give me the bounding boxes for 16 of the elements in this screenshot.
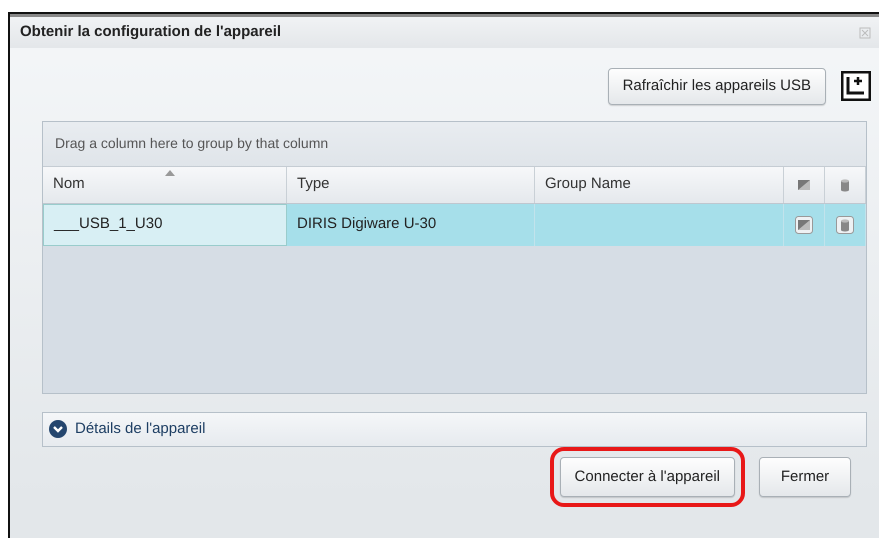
- window-title: Obtenir la configuration de l'appareil: [20, 22, 282, 42]
- group-hint: Drag a column here to group by that column: [55, 134, 328, 153]
- column-header[interactable]: Group Name: [545, 173, 631, 196]
- add-device-icon[interactable]: [841, 71, 871, 102]
- refresh-usb-button[interactable]: Rafraîchir les appareils USB: [608, 68, 826, 104]
- column-header[interactable]: Nom: [53, 173, 85, 196]
- column-header[interactable]: Type: [297, 173, 330, 196]
- details-expander[interactable]: Détails de l'appareil: [42, 412, 867, 446]
- device-row[interactable]: ___USB_1_U30 DIRIS Digiware U-30: [43, 204, 866, 246]
- export-icon[interactable]: [795, 216, 813, 234]
- chevron-icon: [49, 420, 67, 438]
- connect-button[interactable]: Connecter à l'appareil: [560, 456, 735, 497]
- table-cell-text: ___USB_1_U30: [54, 214, 162, 234]
- database-icon[interactable]: [836, 216, 854, 234]
- table-cell-text: DIRIS Digiware U-30: [297, 214, 436, 234]
- close-button[interactable]: Fermer: [759, 456, 851, 497]
